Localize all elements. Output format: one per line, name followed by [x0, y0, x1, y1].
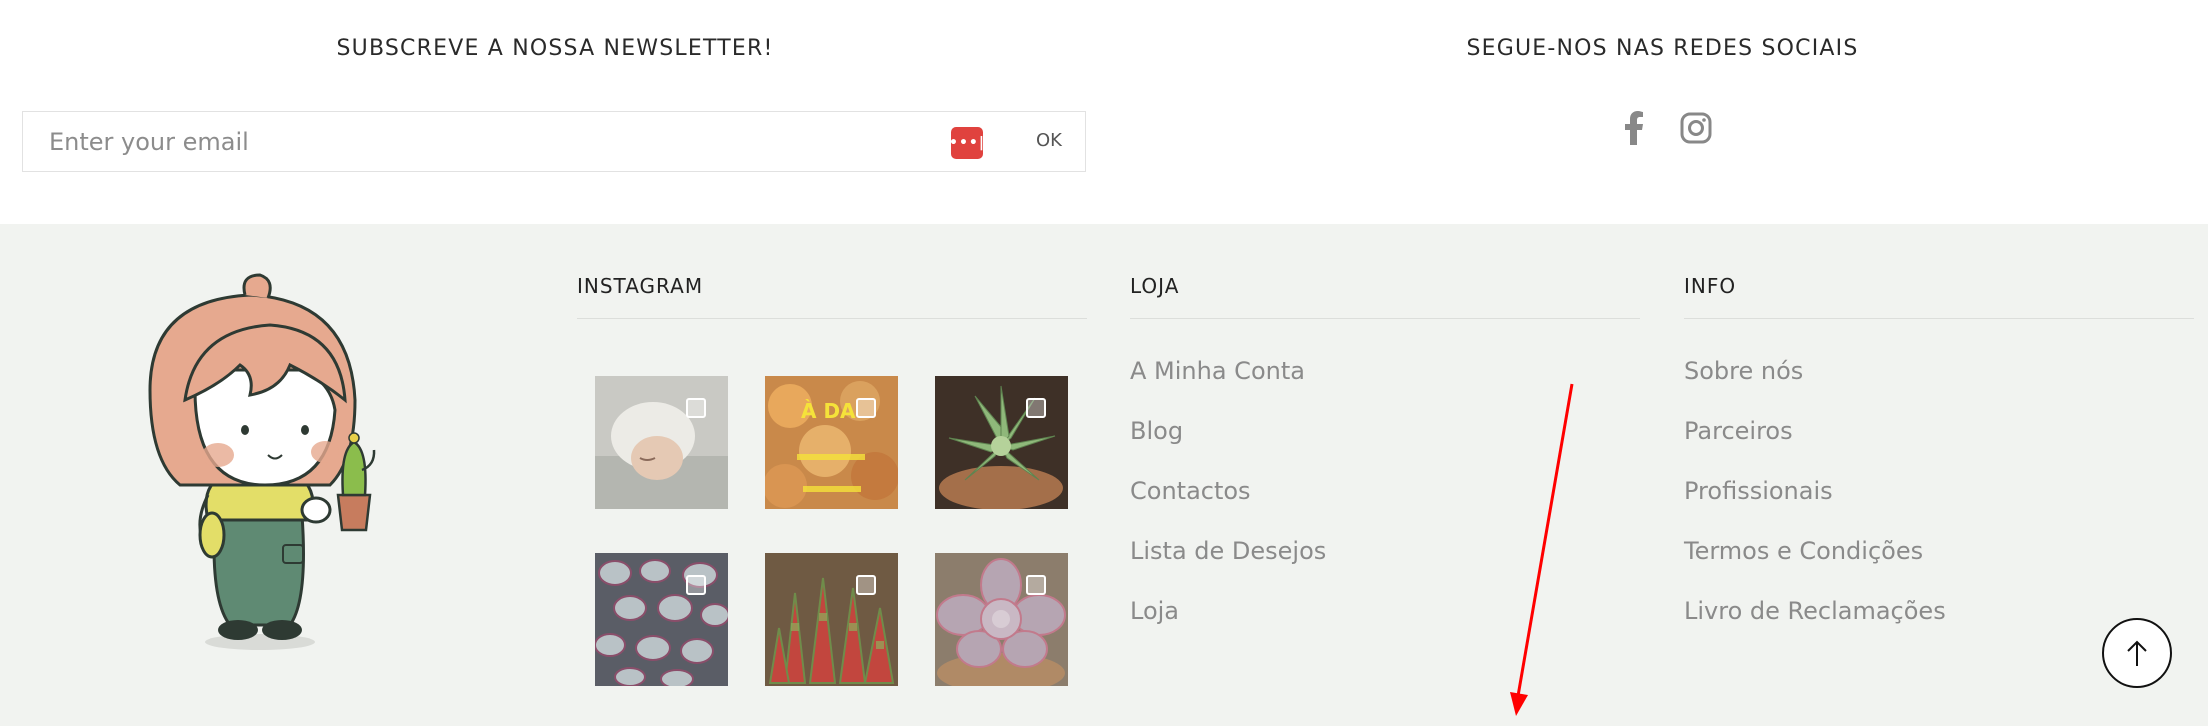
instagram-post[interactable] [595, 376, 728, 509]
newsletter-title: SUBSCREVE A NOSSA NEWSLETTER! [336, 36, 774, 61]
mascot-illustration [140, 270, 420, 655]
password-manager-icon[interactable]: •••| [949, 127, 984, 159]
gallery-select-icon [686, 575, 706, 595]
link-contactos[interactable]: Contactos [1130, 477, 1251, 505]
link-blog[interactable]: Blog [1130, 417, 1183, 445]
instagram-post[interactable] [765, 553, 898, 686]
page: SUBSCREVE A NOSSA NEWSLETTER! SEGUE-NOS … [0, 0, 2208, 726]
footer: INSTAGRAM À DA LOJA A Minha Conta Blog C… [0, 224, 2208, 726]
loja-links: A Minha Conta Blog Contactos Lista de De… [1130, 357, 1640, 657]
facebook-icon[interactable] [1616, 108, 1652, 148]
instagram-post[interactable] [595, 553, 728, 686]
info-title: INFO [1684, 274, 2194, 319]
social-links [1616, 108, 1714, 148]
gallery-select-icon [856, 398, 876, 418]
instagram-post[interactable] [935, 553, 1068, 686]
info-links: Sobre nós Parceiros Profissionais Termos… [1684, 357, 2194, 657]
gallery-select-icon [1026, 398, 1046, 418]
gallery-select-icon [856, 575, 876, 595]
link-parceiros[interactable]: Parceiros [1684, 417, 1793, 445]
email-input[interactable] [49, 122, 929, 162]
newsletter-social-band: SUBSCREVE A NOSSA NEWSLETTER! SEGUE-NOS … [0, 0, 2208, 224]
instagram-post[interactable] [935, 376, 1068, 509]
newsletter-form: •••| OK [22, 111, 1086, 172]
link-livro-de-reclamacoes[interactable]: Livro de Reclamações [1684, 597, 1946, 625]
instagram-title: INSTAGRAM [577, 274, 1087, 319]
instagram-post[interactable]: À DA [765, 376, 898, 509]
link-profissionais[interactable]: Profissionais [1684, 477, 1833, 505]
info-column: INFO Sobre nós Parceiros Profissionais T… [1684, 274, 2194, 657]
link-sobre-nos[interactable]: Sobre nós [1684, 357, 1803, 385]
gallery-select-icon [1026, 575, 1046, 595]
link-a-minha-conta[interactable]: A Minha Conta [1130, 357, 1305, 385]
link-termos-e-condicoes[interactable]: Termos e Condições [1684, 537, 1923, 565]
subscribe-button[interactable]: OK [1036, 130, 1062, 151]
instagram-icon[interactable] [1678, 108, 1714, 148]
link-lista-de-desejos[interactable]: Lista de Desejos [1130, 537, 1326, 565]
loja-column: LOJA A Minha Conta Blog Contactos Lista … [1130, 274, 1640, 657]
instagram-grid: À DA [595, 376, 1068, 686]
svg-text:À DA: À DA [801, 399, 856, 423]
social-title: SEGUE-NOS NAS REDES SOCIAIS [1466, 36, 1859, 61]
scroll-to-top-button[interactable] [2102, 618, 2172, 688]
instagram-column: INSTAGRAM [577, 274, 1087, 319]
gallery-select-icon [686, 398, 706, 418]
arrow-up-icon [2127, 640, 2147, 666]
loja-title: LOJA [1130, 274, 1640, 319]
link-loja[interactable]: Loja [1130, 597, 1179, 625]
